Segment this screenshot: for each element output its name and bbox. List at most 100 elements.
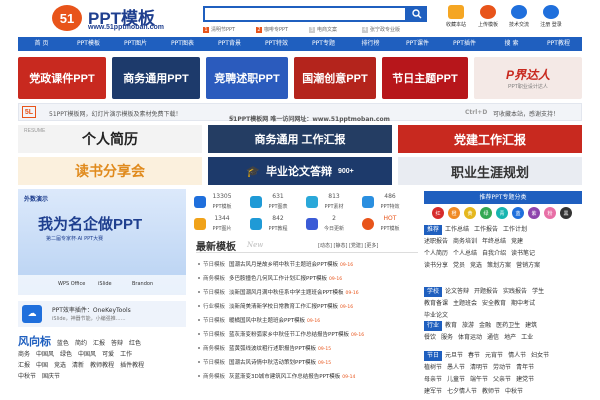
color-chip-orange[interactable]: 橙 xyxy=(448,207,460,219)
promo-banner[interactable]: 外数演示 我为名企做PPT 第二届专家杯·AI PPT大赛 WPS Office… xyxy=(18,189,186,295)
side-link[interactable]: 建党节 xyxy=(516,376,534,383)
banner-party-course[interactable]: 党政课件PPT xyxy=(18,57,106,99)
side-link[interactable]: 劳动节 xyxy=(493,364,511,371)
stat-images[interactable]: 1344 PPT图片 xyxy=(192,214,236,236)
tag-link[interactable]: 中秋节 xyxy=(18,373,36,380)
stat-hot[interactable]: HOT PPT模板 xyxy=(360,214,404,236)
onekey-promo[interactable]: ☁ PPT效率插件：OneKeyTools iSlide，神器节能，小编强推…… xyxy=(18,301,186,327)
tag-link[interactable]: 红色 xyxy=(129,340,141,347)
side-link[interactable]: 端午节 xyxy=(470,376,488,383)
stat-today[interactable]: 2 今日更新 xyxy=(304,214,348,236)
login-button[interactable]: 注册 登录 xyxy=(538,5,564,28)
nav-item-images[interactable]: PPT图片 xyxy=(112,37,159,51)
side-link[interactable]: 愚人节 xyxy=(447,364,465,371)
side-link[interactable]: 服务 xyxy=(441,334,453,341)
side-link[interactable]: 论文答辩 xyxy=(445,288,469,295)
search-button[interactable] xyxy=(407,6,427,22)
side-link[interactable]: 体育运动 xyxy=(458,334,482,341)
bookmark-button[interactable]: 收藏本站 xyxy=(445,5,467,28)
tag-link[interactable]: 简约 xyxy=(75,340,87,347)
news-row[interactable]: 商务模板 多巴胺撞色几何风工作计划汇报PPT模板 09-16 xyxy=(196,272,418,286)
side-link[interactable]: 母亲节 xyxy=(424,376,442,383)
side-link[interactable]: 工作计划 xyxy=(503,226,527,233)
news-row[interactable]: 节日模板 蓝灰渐变粉弧家乡中秋佳节工作总结报告PPT模板 09-16 xyxy=(196,328,418,342)
side-link[interactable]: 医药卫生 xyxy=(496,322,520,329)
hot-term[interactable]: 3 电商文案 xyxy=(309,26,337,33)
banner-business[interactable]: 商务通用PPT xyxy=(112,57,200,99)
side-link[interactable]: 植树节 xyxy=(424,364,442,371)
side-link[interactable]: 元旦节 xyxy=(445,352,463,359)
nav-item-courseware[interactable]: PPT课件 xyxy=(394,37,441,51)
color-chip-green[interactable]: 绿 xyxy=(480,207,492,219)
news-row[interactable]: 节日模板 暖橘国风中秋主题班会PPT模板 09-16 xyxy=(196,314,418,328)
tag-link[interactable]: 蓝色 xyxy=(57,340,69,347)
tag-link[interactable]: 清新 xyxy=(72,362,84,369)
side-link[interactable]: 年终总结 xyxy=(482,238,506,245)
side-link[interactable]: 地产 xyxy=(504,334,516,341)
side-link[interactable]: 自我介绍 xyxy=(482,250,506,257)
news-row[interactable]: 商务模板 灰蓝渐变3D城市建筑风工作总结报告PPT模板 09-14 xyxy=(196,370,418,384)
color-chip-red[interactable]: 红 xyxy=(432,207,444,219)
side-link[interactable]: 建筑 xyxy=(525,322,537,329)
tag-link[interactable]: 中国 xyxy=(36,362,48,369)
side-link[interactable]: 通信 xyxy=(487,334,499,341)
side-link[interactable]: 青年节 xyxy=(516,364,534,371)
banner-party-report[interactable]: 党建工作汇报 xyxy=(398,125,582,153)
news-row[interactable]: 节日模板 国潮古风诗情中秋活动策划PPT模板 09-15 xyxy=(196,356,418,370)
news-row[interactable]: 节日模板 国潮古风月是故乡明中秋节主题班会PPT模板 09-16 xyxy=(196,258,418,272)
color-chip-cyan[interactable]: 青 xyxy=(496,207,508,219)
banner-career[interactable]: 职业生涯规划 xyxy=(398,157,582,185)
banner-work-report[interactable]: 商务通用 工作汇报 xyxy=(208,125,392,153)
side-link[interactable]: 情人节 xyxy=(508,352,526,359)
tag-link[interactable]: 中国风 xyxy=(78,351,96,358)
side-link[interactable]: 七夕情人节 xyxy=(447,388,477,395)
side-link[interactable]: 读书分享 xyxy=(424,262,448,269)
nav-item-plugins[interactable]: PPT插件 xyxy=(441,37,488,51)
tag-link[interactable]: 国庆节 xyxy=(42,373,60,380)
side-link[interactable]: 学生 xyxy=(532,288,544,295)
color-chip-black[interactable]: 黑 xyxy=(560,207,572,219)
nav-item-effects[interactable]: PPT特效 xyxy=(253,37,300,51)
side-link[interactable]: 工业 xyxy=(521,334,533,341)
banner-thesis[interactable]: 🎓 毕业论文答辩 900+ xyxy=(208,157,392,185)
nav-item-home[interactable]: 首 页 xyxy=(18,37,65,51)
side-link[interactable]: 读书笔记 xyxy=(511,250,535,257)
tag-link[interactable]: 商务 xyxy=(18,351,30,358)
banner-competition[interactable]: 竞聘述职PPT xyxy=(206,57,288,99)
banner-resume[interactable]: RESUME 个人简历 xyxy=(18,125,202,153)
tag-link[interactable]: 答辩 xyxy=(111,340,123,347)
side-link[interactable]: 述职报告 xyxy=(424,238,448,245)
nav-item-ranking[interactable]: 排行榜 xyxy=(347,37,394,51)
tag-link[interactable]: 竞选 xyxy=(54,362,66,369)
tag-link[interactable]: 中国风 xyxy=(36,351,54,358)
search-input[interactable] xyxy=(203,6,407,22)
banner-festival[interactable]: 节日主题PPT xyxy=(382,57,468,99)
side-link[interactable]: 工作总结 xyxy=(445,226,469,233)
side-link[interactable]: 旅游 xyxy=(462,322,474,329)
nav-item-charts[interactable]: PPT图表 xyxy=(159,37,206,51)
color-chip-blue[interactable]: 蓝 xyxy=(512,207,524,219)
side-link[interactable]: 安全教育 xyxy=(482,300,506,307)
side-link[interactable]: 清明节 xyxy=(470,364,488,371)
stat-materials[interactable]: 813 PPT素材 xyxy=(304,192,348,214)
side-link[interactable]: 个人简历 xyxy=(424,250,448,257)
side-link[interactable]: 父亲节 xyxy=(493,376,511,383)
chat-button[interactable]: 技术交流 xyxy=(508,5,530,28)
side-link[interactable]: 实践报告 xyxy=(503,288,527,295)
tag-link[interactable]: 可爱 xyxy=(102,351,114,358)
banner-reading[interactable]: 读书分享会 xyxy=(18,157,202,185)
side-link[interactable]: 元宵节 xyxy=(485,352,503,359)
side-link[interactable]: 开题报告 xyxy=(474,288,498,295)
nav-item-templates[interactable]: PPT模板 xyxy=(65,37,112,51)
side-link[interactable]: 餐饮 xyxy=(424,334,436,341)
side-link[interactable]: 营销方案 xyxy=(516,262,540,269)
banner-guochao[interactable]: 国潮创意PPT xyxy=(294,57,376,99)
nav-item-tutorials[interactable]: PPT教程 xyxy=(535,37,582,51)
side-link[interactable]: 儿童节 xyxy=(447,376,465,383)
color-chip-pink[interactable]: 粉 xyxy=(544,207,556,219)
banner-p-expert[interactable]: P界达人 PPT职业设计达人 xyxy=(474,57,582,99)
tag-link[interactable]: 汇报 xyxy=(18,362,30,369)
nav-item-backgrounds[interactable]: PPT背景 xyxy=(206,37,253,51)
news-row[interactable]: 商务模板 蓝黄弧线波纹粗行述职报告PPT模板 09-15 xyxy=(196,342,418,356)
upload-button[interactable]: 上传模板 xyxy=(477,5,499,28)
